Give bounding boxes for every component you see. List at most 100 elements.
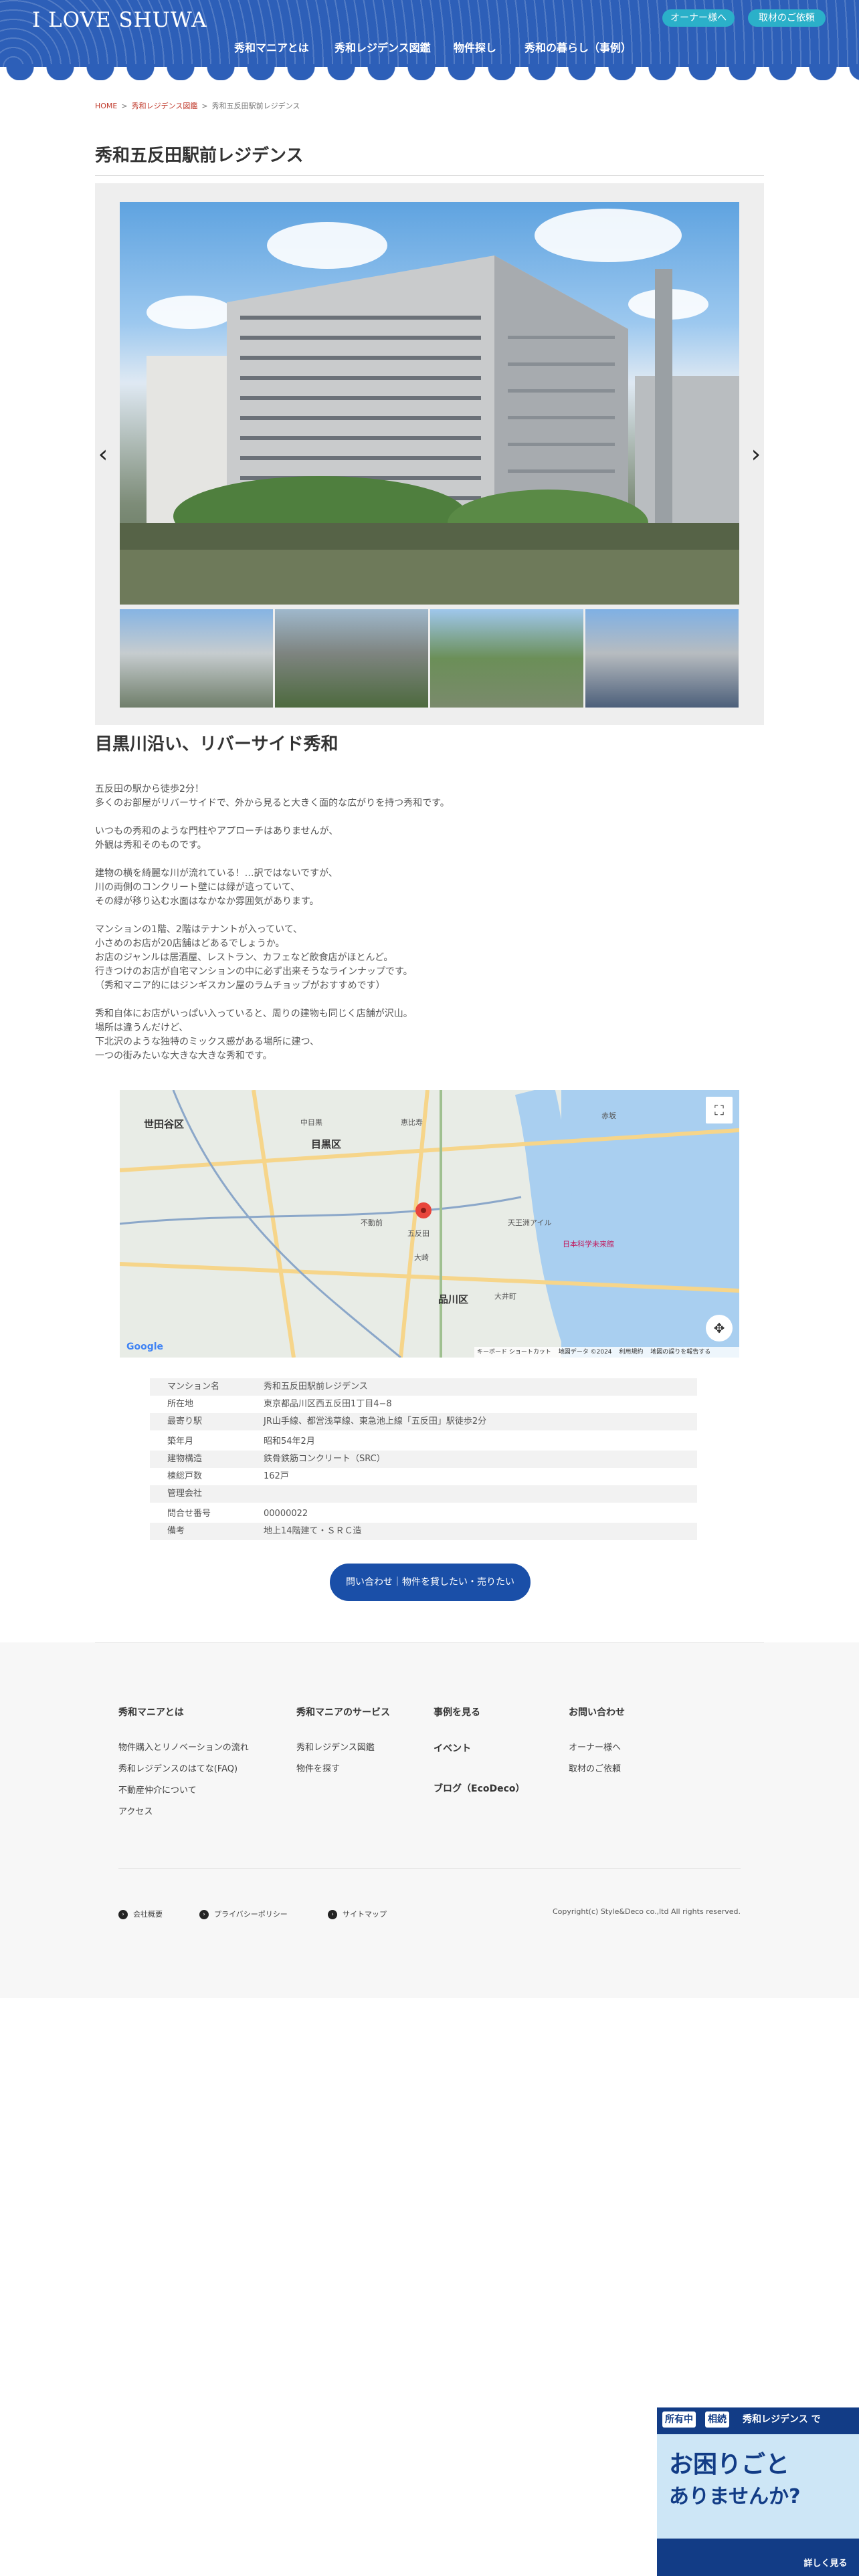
map-roads [120,1090,739,1358]
nav-about[interactable]: 秀和マニアとは [234,39,309,55]
footer-sitemap-link[interactable]: › サイトマップ [328,1909,387,1919]
info-value: JR山手線、都営浅草線、東急池上線「五反田」駅徒歩2分 [264,1416,487,1426]
map-label: 目黒区 [311,1138,342,1150]
info-key: 備考 [167,1526,185,1536]
breadcrumb-home[interactable]: HOME [95,102,117,110]
description-line: （秀和マニア的にはジンギスカン屋のラムチョップがおすすめです） [95,980,385,991]
description-line: いつもの秀和のような門柱やアプローチはありませんが、 [95,826,339,837]
footer-link[interactable]: 物件購入とリノベーションの流れ [118,1740,249,1753]
description-line: 外観は秀和そのものです。 [95,840,207,851]
map-label: 天王洲アイル [508,1218,552,1227]
chevron-right-icon: › [328,1910,337,1919]
footer-sitemap-label: サイトマップ [343,1910,387,1919]
map-data-credit: 地図データ ©2024 [558,1349,612,1356]
nav-residence-guide[interactable]: 秀和レジデンス図鑑 [335,39,431,55]
footer-col-cases-heading[interactable]: 事例を見る [434,1705,480,1719]
description-paragraph: 秀和自体にお店がいっぱい入っていると、周りの建物も同じく店舗が沢山。 場所は違うん… [95,1007,764,1063]
description-paragraph: 五反田の駅から徒歩2分！ 多くのお部屋がリバーサイドで、外から見ると大きく面的な広… [95,782,764,811]
description-line: 小さめのお店が20店舗はどあるでしょうか。 [95,938,285,949]
info-key: 問合せ番号 [167,1509,211,1519]
info-value: 00000022 [264,1509,308,1519]
footer-top-divider [95,1642,764,1643]
info-row: 問合せ番号 00000022 [150,1505,697,1523]
description-line: 建物の横を綺麗な川が流れている！…訳ではないですが、 [95,868,338,879]
map-keyboard-shortcuts[interactable]: キーボード ショートカット [477,1349,551,1356]
footer-privacy-link[interactable]: › プライバシーポリシー [199,1909,288,1919]
info-value: 地上14階建て・ＳＲＣ造 [264,1526,362,1536]
info-value: 秀和五反田駅前レジデンス [264,1382,368,1392]
ad-big-text: ありませんか? [669,2485,801,2508]
map-label: 不動前 [361,1218,383,1227]
footer-link[interactable]: 不動産仲介について [118,1783,197,1796]
ad-headline: 秀和レジデンス で [743,2414,821,2425]
footer-privacy-label: プライバシーポリシー [214,1910,288,1919]
site-footer: 秀和マニアとは 物件購入とリノベーションの流れ 秀和レジデンスのはてな(FAQ)… [0,1642,859,1998]
info-row: 築年月 昭和54年2月 [150,1433,697,1451]
site-logo[interactable]: I LOVE SHUWA [32,8,207,32]
info-value: 162戸 [264,1471,289,1481]
footer-link[interactable]: 秀和レジデンス図鑑 [296,1740,375,1753]
main-building-photo [120,202,739,605]
footer-event-link[interactable]: イベント [434,1741,471,1755]
gallery-next-arrow[interactable]: › [748,441,764,468]
info-key: 棟総戸数 [167,1471,203,1481]
info-row: マンション名 秀和五反田駅前レジデンス [150,1378,697,1396]
footer-blog-link[interactable]: ブログ（EcoDeco） [434,1782,525,1795]
footer-link[interactable]: オーナー様へ [569,1740,621,1753]
description-line: お店のジャンルは居酒屋、レストラン、カフェなど飲食店がほとんど。 [95,952,393,963]
footer-link[interactable]: 物件を探す [296,1761,340,1774]
advertisement-banner[interactable]: 所有中 相続 秀和レジデンス で お困りごと ありませんか? 詳しく見る [657,2407,859,2576]
description-line: 秀和自体にお店がいっぱい入っていると、周りの建物も同じく店舗が沢山。 [95,1008,413,1019]
inquiry-button[interactable]: 問い合わせ｜物件を貸したい・売りたい [330,1564,531,1601]
google-map[interactable]: 世田谷区 目黒区 品川区 日本科学未来館 五反田 大崎 不動前 恵比寿 中目黒 … [120,1090,739,1358]
info-value: 昭和54年2月 [264,1436,315,1446]
description-line: 行きつけのお店が自宅マンションの中に必ず出来そうなラインナップです。 [95,966,413,977]
info-key: 建物構造 [167,1454,203,1464]
title-divider [95,175,764,176]
nav-lifestyle-cases[interactable]: 秀和の暮らし（事例） [524,39,632,55]
map-label: 恵比寿 [401,1118,423,1127]
map-label: 赤坂 [601,1111,616,1120]
copyright-text: Copyright(c) Style&Deco co.,ltd All righ… [552,1907,741,1916]
gallery-thumbnail[interactable] [120,609,273,708]
ad-more-button[interactable]: 詳しく見る [797,2556,854,2572]
info-key: 築年月 [167,1436,194,1446]
footer-link[interactable]: 秀和レジデンスのはてな(FAQ) [118,1761,237,1774]
map-label: 日本科学未来館 [563,1240,614,1249]
page-title: 秀和五反田駅前レジデンス [95,146,304,166]
description-line: 多くのお部屋がリバーサイドで、外から見ると大きく面的な広がりを持つ秀和です。 [95,798,450,809]
info-value [264,1485,697,1503]
footer-divider [118,1868,741,1869]
info-key: 管理会社 [167,1489,203,1499]
gallery-thumbnail[interactable] [275,609,428,708]
google-logo: Google [126,1341,164,1352]
ad-tag: 相続 [705,2411,729,2428]
footer-col-service-heading: 秀和マニアのサービス [296,1707,390,1718]
info-row: 建物構造 鉄骨鉄筋コンクリート（SRC） [150,1451,697,1468]
header-scallop-border [0,67,859,80]
chevron-right-icon: › [199,1910,209,1919]
owner-button[interactable]: オーナー様へ [662,9,735,27]
footer-company-link[interactable]: › 会社概要 [118,1909,163,1919]
map-terms[interactable]: 利用規約 [619,1349,643,1356]
footer-link[interactable]: アクセス [118,1804,153,1817]
description: 五反田の駅から徒歩2分！ 多くのお部屋がリバーサイドで、外から見ると大きく面的な広… [95,782,764,1077]
chevron-right-icon: › [118,1910,128,1919]
gallery-thumbnail[interactable] [585,609,739,708]
fullscreen-icon[interactable]: ⛶ [706,1097,733,1123]
info-key: マンション名 [167,1382,220,1392]
map-pan-control-icon[interactable]: ✥ [706,1315,733,1341]
gallery-thumbnail[interactable] [430,609,583,708]
footer-col-about-heading: 秀和マニアとは [118,1707,184,1718]
gallery-prev-arrow[interactable]: ‹ [95,441,111,468]
press-request-button[interactable]: 取材のご依頼 [748,9,826,27]
breadcrumb-current: 秀和五反田駅前レジデンス [211,102,300,110]
footer-link[interactable]: 取材のご依頼 [569,1761,621,1774]
breadcrumb-category[interactable]: 秀和レジデンス図鑑 [132,102,198,110]
description-line: マンションの1階、2階はテナントが入っていて、 [95,924,302,935]
description-paragraph: マンションの1階、2階はテナントが入っていて、 小さめのお店が20店舗はどあるでし… [95,923,764,993]
footer-col-contact-heading: お問い合わせ [569,1707,625,1718]
map-attribution-bar: キーボード ショートカット 地図データ ©2024 利用規約 地図の誤りを報告す… [474,1347,739,1358]
map-report-error[interactable]: 地図の誤りを報告する [650,1349,710,1356]
nav-property-search[interactable]: 物件探し [454,39,496,55]
